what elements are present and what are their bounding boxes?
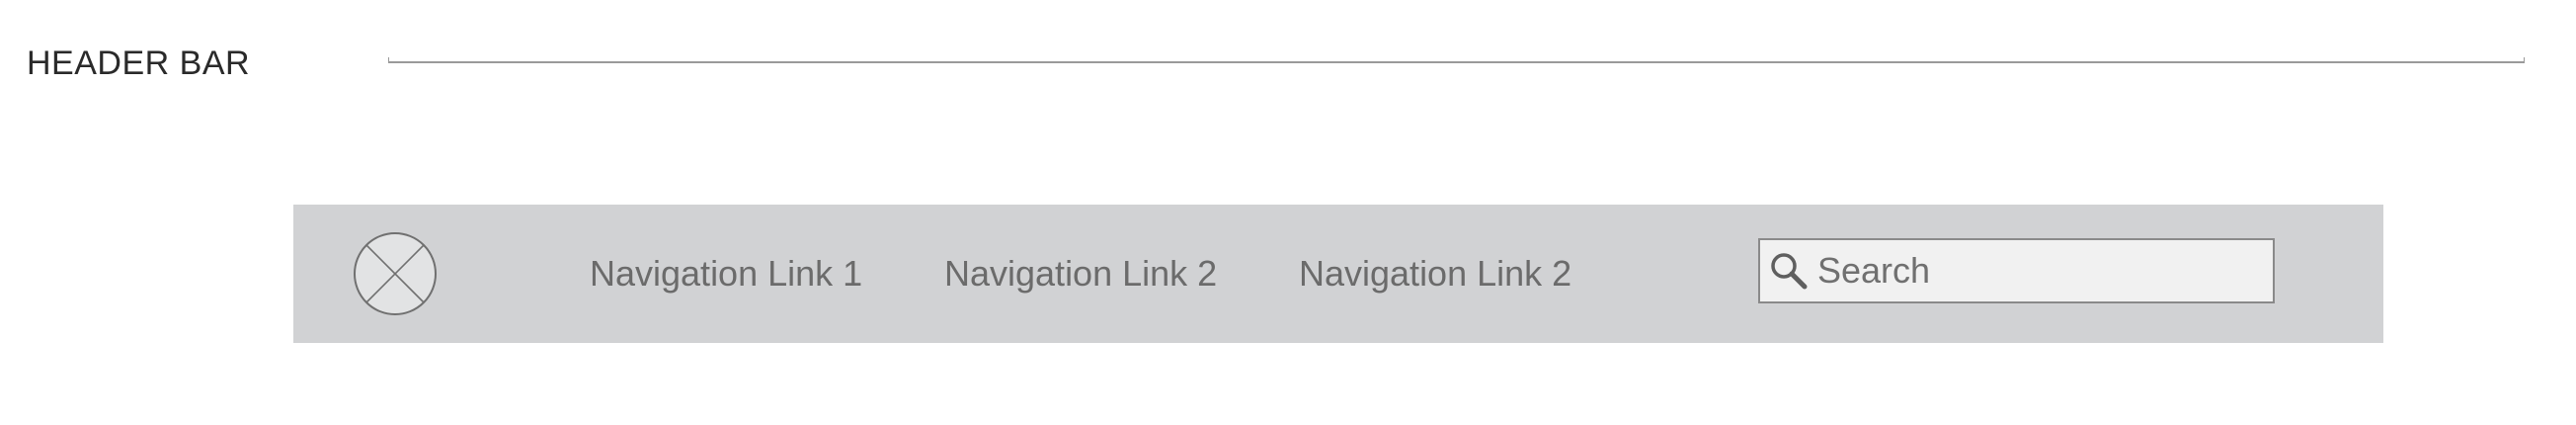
section-divider <box>388 57 2525 63</box>
section-title: HEADER BAR <box>27 44 251 82</box>
placeholder-image-icon[interactable] <box>353 231 438 316</box>
nav-link-2[interactable]: Navigation Link 2 <box>944 250 1217 298</box>
nav-link-1[interactable]: Navigation Link 1 <box>590 250 862 298</box>
search-input[interactable] <box>1817 240 2252 301</box>
nav-link-3[interactable]: Navigation Link 2 <box>1299 250 1571 298</box>
search-icon <box>1769 251 1809 291</box>
search-box[interactable] <box>1758 238 2275 303</box>
header-bar: Navigation Link 1 Navigation Link 2 Navi… <box>293 205 2383 343</box>
